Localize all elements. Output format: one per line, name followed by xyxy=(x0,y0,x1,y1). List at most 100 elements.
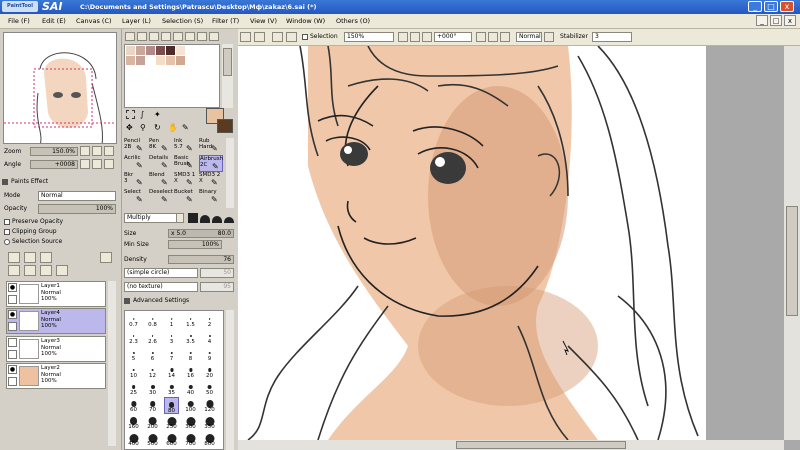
mirror-icon[interactable] xyxy=(544,32,554,42)
menu-file[interactable]: File (F) xyxy=(6,14,32,28)
doc-restore-button[interactable]: □ xyxy=(770,15,782,26)
brush-shape-round-icon[interactable] xyxy=(200,215,210,223)
layer-mode-select[interactable]: Normal xyxy=(38,191,116,201)
brush-size-cell[interactable]: 100 xyxy=(183,397,198,414)
stabilizer-select[interactable]: 3 xyxy=(592,32,632,42)
new-layer-icon[interactable] xyxy=(8,252,20,263)
hsv-slider-icon[interactable] xyxy=(149,32,159,41)
tool-smd3-2[interactable]: SMD3 2 X ✎ xyxy=(199,172,223,189)
brush-size-cell[interactable]: 300 xyxy=(183,414,198,431)
tool-smd3-1[interactable]: SMD3 1 X ✎ xyxy=(174,172,198,189)
magic-wand-icon[interactable]: ✦ xyxy=(154,110,163,119)
tool-acrilic[interactable]: Acrilic ✎ xyxy=(124,155,148,172)
color-swatch[interactable] xyxy=(136,56,145,65)
layer-item[interactable]: Layer3 Normal 100% xyxy=(6,336,106,362)
tool-rub[interactable]: Rub Hard ✎ xyxy=(199,138,223,155)
color-swatch[interactable] xyxy=(156,46,165,55)
doc-close-button[interactable]: x xyxy=(784,15,796,26)
color-swatch[interactable] xyxy=(176,56,185,65)
min-size-slider[interactable]: 100% xyxy=(168,240,222,249)
tool-select[interactable]: Select ✎ xyxy=(124,189,148,206)
zoom-in-button[interactable] xyxy=(92,146,102,156)
brush-size-cell[interactable]: 350 xyxy=(202,414,217,431)
color-picker-tab-icon[interactable] xyxy=(197,32,207,41)
brush-size-cell[interactable]: 60 xyxy=(126,397,141,414)
size-slider[interactable]: x 5.0 80.0 xyxy=(168,229,234,238)
brush-size-cell[interactable]: 400 xyxy=(126,431,141,448)
brush-size-cell[interactable]: 7 xyxy=(164,346,179,363)
brush-size-cell[interactable]: 16 xyxy=(183,363,198,380)
color-swatch[interactable] xyxy=(146,46,155,55)
brush-size-cell[interactable]: 40 xyxy=(183,380,198,397)
clear-layer-icon[interactable] xyxy=(40,265,52,276)
brush-shape-square-icon[interactable] xyxy=(188,213,198,223)
brush-lock-icon[interactable] xyxy=(8,322,17,331)
brush-size-cell[interactable]: 25 xyxy=(126,380,141,397)
palette-icon[interactable] xyxy=(161,32,171,41)
swatch-scrollbar[interactable] xyxy=(222,44,233,108)
scratchpad-icon[interactable] xyxy=(185,32,195,41)
lock-icon[interactable] xyxy=(8,350,17,359)
preserve-opacity-checkbox[interactable] xyxy=(4,219,10,225)
brush-size-cell[interactable]: 10 xyxy=(126,363,141,380)
selection-source-radio[interactable] xyxy=(4,239,10,245)
lasso-icon[interactable]: ∫ xyxy=(140,110,149,119)
layer-item[interactable]: ● Layer1 Normal 100% xyxy=(6,281,106,307)
shape-strength-slider[interactable]: 50 xyxy=(200,268,234,278)
collapse-icon[interactable] xyxy=(2,179,8,185)
menu-layer[interactable]: Layer (L) xyxy=(120,14,153,28)
undo-icon[interactable] xyxy=(240,32,251,42)
chevron-down-icon[interactable] xyxy=(176,213,184,223)
brush-size-cell[interactable]: 35 xyxy=(164,380,179,397)
color-swatch[interactable] xyxy=(156,56,165,65)
rotate-cw-icon[interactable] xyxy=(488,32,498,42)
redo-icon[interactable] xyxy=(254,32,265,42)
tool-pencil[interactable]: Pencil 2B ✎ xyxy=(124,138,148,155)
scroll-thumb[interactable] xyxy=(786,206,798,316)
eyedropper-icon[interactable]: ✎ xyxy=(182,123,191,132)
swatches-icon[interactable] xyxy=(173,32,183,41)
rotate-right-button[interactable] xyxy=(92,159,102,169)
texture-select[interactable]: (no texture) xyxy=(124,282,198,292)
brush-size-cell[interactable]: 0.8 xyxy=(145,312,160,329)
window-close-button[interactable]: x xyxy=(780,1,794,12)
move-icon[interactable]: ✥ xyxy=(126,123,135,132)
brush-size-cell[interactable]: 9 xyxy=(202,346,217,363)
brush-shape-select[interactable]: (simple circle) xyxy=(124,268,198,278)
doc-minimize-button[interactable]: _ xyxy=(756,15,768,26)
tool-details[interactable]: Details ✎ xyxy=(149,155,173,172)
brush-size-cell[interactable]: 4 xyxy=(202,329,217,346)
expand-icon[interactable] xyxy=(124,298,130,304)
color-swatch[interactable] xyxy=(126,56,135,65)
color-swatch[interactable] xyxy=(146,56,155,65)
color-swatch[interactable] xyxy=(166,46,175,55)
color-history-icon[interactable] xyxy=(209,32,219,41)
brush-size-cell[interactable]: 14 xyxy=(164,363,179,380)
brush-size-cell[interactable]: 120 xyxy=(202,397,217,414)
brush-size-cell[interactable]: 2.3 xyxy=(126,329,141,346)
navigator-preview[interactable] xyxy=(3,32,117,144)
layer-item-selected[interactable]: ● Layer4 Normal 100% xyxy=(6,308,106,334)
visibility-eye-icon[interactable] xyxy=(8,338,17,347)
window-maximize-button[interactable]: □ xyxy=(764,1,778,12)
angle-slider[interactable]: +0008 xyxy=(30,160,78,169)
brush-size-cell[interactable]: 3 xyxy=(164,329,179,346)
copy-layer-icon[interactable] xyxy=(8,265,20,276)
texture-strength-slider[interactable]: 95 xyxy=(200,282,234,292)
hand-tool-icon[interactable]: ✋ xyxy=(168,123,178,132)
opacity-slider[interactable]: 100% xyxy=(38,204,116,214)
zoom-out-button[interactable] xyxy=(80,146,90,156)
rotate-left-button[interactable] xyxy=(80,159,90,169)
brush-size-cell[interactable]: 80 xyxy=(164,397,179,414)
scroll-thumb[interactable] xyxy=(456,441,626,449)
brush-size-cell[interactable]: 12 xyxy=(145,363,160,380)
menu-selection[interactable]: Selection (S) xyxy=(160,14,205,28)
zoom-tool-icon[interactable]: ⚲ xyxy=(140,123,149,132)
rotate-ccw-icon[interactable] xyxy=(476,32,486,42)
canvas-horizontal-scrollbar[interactable] xyxy=(238,440,784,450)
menu-canvas[interactable]: Canvas (C) xyxy=(74,14,114,28)
brush-shape-soft-icon[interactable] xyxy=(212,216,222,223)
tool-bkr[interactable]: Bkr 3 ✎ xyxy=(124,172,148,189)
brush-shape-flat-icon[interactable] xyxy=(224,217,234,223)
zoom-plus-icon[interactable] xyxy=(410,32,420,42)
